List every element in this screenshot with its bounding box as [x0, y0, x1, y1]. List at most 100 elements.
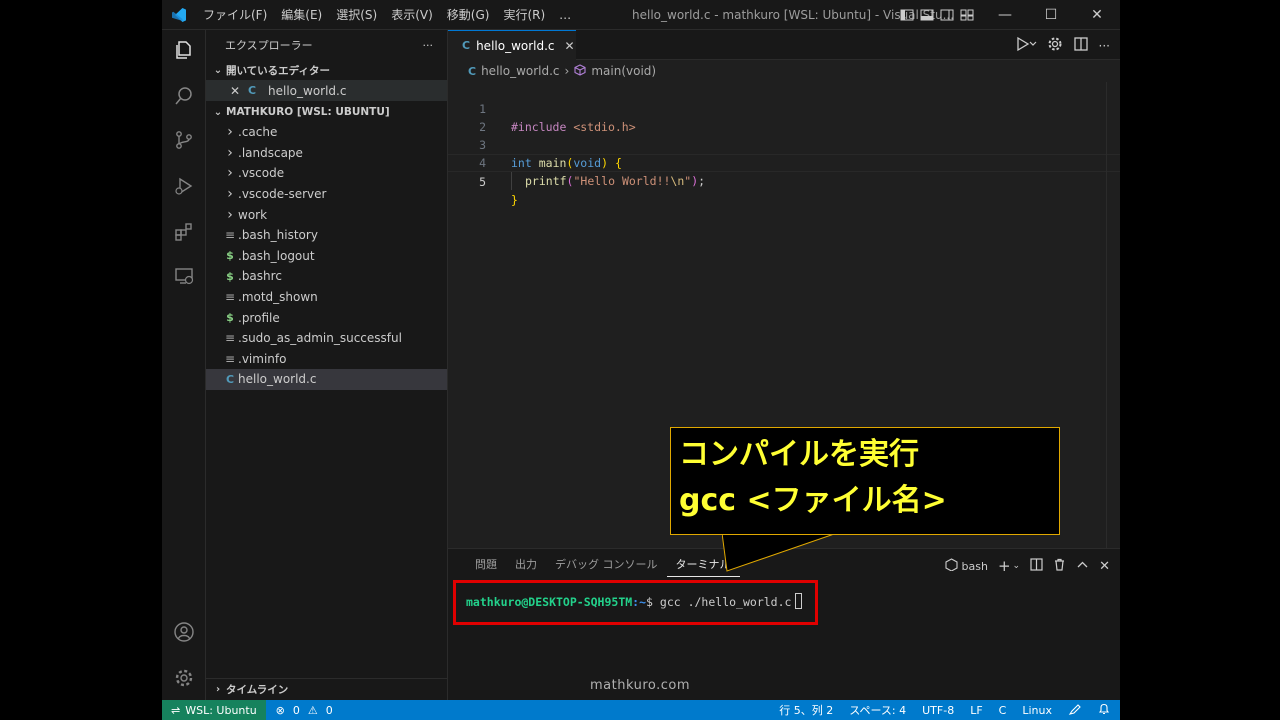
- chevron-right-icon: ›: [227, 186, 233, 203]
- file-tree-item[interactable]: › .cache: [206, 122, 447, 143]
- open-editor-item[interactable]: ✕ C hello_world.c: [206, 80, 447, 101]
- chevron-right-icon: ›: [215, 684, 221, 695]
- close-editor-icon[interactable]: ✕: [230, 84, 248, 98]
- terminal-highlight-box: [453, 580, 818, 625]
- breadcrumb-symbol[interactable]: main(void): [591, 64, 656, 78]
- file-tree-item[interactable]: › work: [206, 204, 447, 225]
- trash-icon[interactable]: [1053, 558, 1066, 574]
- error-count: 0: [292, 703, 300, 717]
- menu-more[interactable]: …: [552, 0, 578, 30]
- line-number: 5: [479, 175, 486, 189]
- code-token: printf: [525, 174, 567, 188]
- file-tree-label: .vscode: [238, 166, 285, 181]
- file-tree-label: .profile: [238, 310, 280, 325]
- minimize-icon[interactable]: —: [982, 0, 1028, 30]
- feedback-icon[interactable]: [1068, 702, 1082, 719]
- settings-gear-icon[interactable]: [170, 664, 198, 692]
- file-tree-item[interactable]: ≡ .viminfo: [206, 349, 447, 370]
- file-tree-label: work: [238, 207, 268, 222]
- file-tree-item[interactable]: › .vscode-server: [206, 184, 447, 205]
- end-of-line[interactable]: LF: [970, 704, 982, 717]
- maximize-panel-icon[interactable]: [1076, 558, 1089, 574]
- tab-debug-console[interactable]: デバッグ コンソール: [546, 549, 667, 581]
- tab-output[interactable]: 出力: [506, 549, 546, 581]
- close-panel-icon[interactable]: ✕: [1099, 559, 1110, 574]
- problems-indicator[interactable]: ⊗ 0 ⚠ 0: [266, 704, 333, 717]
- split-terminal-icon[interactable]: [1030, 558, 1043, 574]
- breadcrumb-file[interactable]: hello_world.c: [481, 64, 559, 78]
- menu-file[interactable]: ファイル(F): [196, 0, 274, 30]
- c-file-icon: C: [225, 372, 235, 386]
- toggle-sidebar-icon[interactable]: [900, 8, 914, 22]
- tab-problems[interactable]: 問題: [466, 549, 506, 581]
- file-tree-item[interactable]: ≡ .motd_shown: [206, 287, 447, 308]
- sidebar-header: エクスプローラー ···: [206, 30, 447, 60]
- more-actions-icon[interactable]: ···: [1099, 39, 1110, 53]
- file-tree-item[interactable]: › .vscode: [206, 163, 447, 184]
- encoding[interactable]: UTF-8: [922, 704, 954, 717]
- maximize-icon[interactable]: ☐: [1028, 0, 1074, 30]
- customize-layout-icon[interactable]: [960, 8, 974, 22]
- remote-explorer-icon[interactable]: [170, 262, 198, 290]
- tab-hello-world[interactable]: C hello_world.c ✕: [448, 30, 576, 60]
- terminal-icon: [944, 558, 958, 574]
- toggle-secondary-sidebar-icon[interactable]: [940, 8, 954, 22]
- menu-view[interactable]: 表示(V): [384, 0, 440, 30]
- code-line: 1 #include <stdio.h>: [448, 82, 1120, 134]
- file-tree-item[interactable]: $ .bash_logout: [206, 246, 447, 267]
- file-tree-item[interactable]: ≡ .sudo_as_admin_successful: [206, 328, 447, 349]
- editor-settings-gear-icon[interactable]: [1047, 36, 1063, 55]
- toggle-panel-icon[interactable]: [920, 8, 934, 22]
- c-file-icon: C: [248, 84, 257, 97]
- remote-indicator[interactable]: ⇌ WSL: Ubuntu: [162, 700, 266, 720]
- new-terminal-icon[interactable]: +: [998, 557, 1011, 575]
- account-icon[interactable]: [170, 618, 198, 646]
- chevron-right-icon: ›: [227, 144, 233, 161]
- status-right: 行 5、列 2 スペース: 4 UTF-8 LF C Linux: [779, 700, 1110, 720]
- menu-edit[interactable]: 編集(E): [274, 0, 329, 30]
- code-editor[interactable]: 1 #include <stdio.h> 2 3 int main(void) …: [448, 82, 1120, 207]
- warning-count: 0: [325, 703, 333, 717]
- code-token: ;: [698, 174, 706, 188]
- notifications-bell-icon[interactable]: [1098, 702, 1110, 719]
- menu-go[interactable]: 移動(G): [440, 0, 497, 30]
- menu-run[interactable]: 実行(R): [496, 0, 552, 30]
- terminal-shell-selector[interactable]: bash: [944, 558, 988, 574]
- search-icon[interactable]: [170, 82, 198, 110]
- open-editor-label: hello_world.c: [268, 83, 347, 98]
- menu-selection[interactable]: 選択(S): [329, 0, 384, 30]
- file-tree-item[interactable]: $ .bashrc: [206, 266, 447, 287]
- extensions-icon[interactable]: [170, 218, 198, 246]
- more-actions-icon[interactable]: ···: [423, 39, 434, 52]
- file-tree-label: .motd_shown: [238, 290, 318, 305]
- run-file-icon[interactable]: [1015, 36, 1037, 55]
- timeline-label: タイムライン: [226, 684, 289, 696]
- layout-controls: [900, 8, 974, 22]
- editor-scrollbar[interactable]: [1106, 82, 1120, 548]
- run-debug-icon[interactable]: [170, 172, 198, 200]
- file-tree-item[interactable]: $ .profile: [206, 307, 447, 328]
- split-editor-icon[interactable]: [1073, 36, 1089, 55]
- code-line: 2: [448, 100, 1120, 134]
- close-icon[interactable]: ✕: [1074, 0, 1120, 30]
- remote-label: WSL: Ubuntu: [185, 703, 257, 717]
- explorer-icon[interactable]: [170, 36, 198, 64]
- text-file-icon: ≡: [224, 290, 236, 305]
- title-bar: ファイル(F) 編集(E) 選択(S) 表示(V) 移動(G) 実行(R) … …: [162, 0, 1120, 30]
- close-tab-icon[interactable]: ✕: [565, 39, 575, 53]
- vscode-logo-icon: [162, 0, 196, 30]
- cursor-position[interactable]: 行 5、列 2: [779, 702, 833, 718]
- folder-section[interactable]: ⌄ MATHKURO [WSL: UBUNTU]: [206, 102, 447, 122]
- file-tree-item[interactable]: Chello_world.c: [206, 369, 447, 390]
- shell-file-icon: $: [226, 249, 234, 263]
- timeline-section[interactable]: › タイムライン: [206, 678, 447, 700]
- file-tree-item[interactable]: › .landscape: [206, 143, 447, 164]
- open-editors-section[interactable]: ⌄ 開いているエディター: [206, 60, 447, 80]
- indentation[interactable]: スペース: 4: [849, 702, 906, 718]
- chevron-right-icon: ›: [227, 165, 233, 182]
- source-control-icon[interactable]: [170, 126, 198, 154]
- chevron-down-icon[interactable]: ⌄: [1013, 561, 1021, 571]
- platform[interactable]: Linux: [1022, 704, 1052, 717]
- file-tree-item[interactable]: ≡ .bash_history: [206, 225, 447, 246]
- language-mode[interactable]: C: [999, 704, 1007, 717]
